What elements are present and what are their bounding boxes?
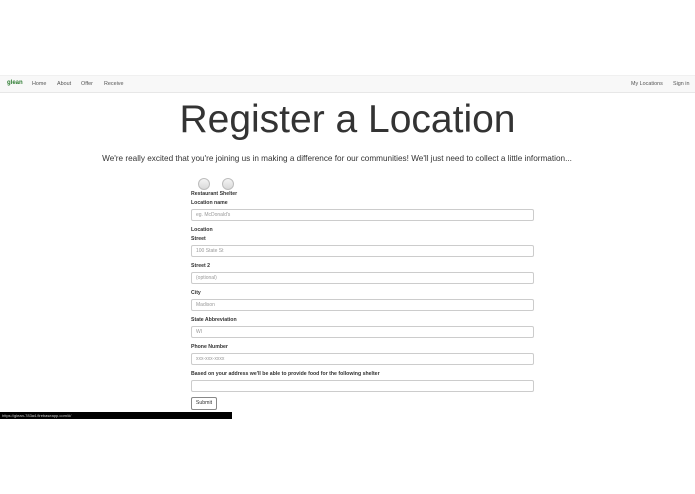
nav-link-offer[interactable]: Offer (81, 81, 93, 87)
page-title: Register a Location (179, 98, 516, 141)
phone-label: Phone Number (191, 344, 228, 350)
city-input[interactable]: Madison (191, 299, 534, 311)
brand-logo[interactable]: glean (7, 80, 23, 86)
submit-button[interactable]: Submit (191, 397, 217, 410)
nav-link-my-locations[interactable]: My Locations (631, 81, 663, 87)
location-name-input[interactable]: eg. McDonald's (191, 209, 534, 221)
restaurant-radio[interactable] (198, 178, 210, 190)
nav-link-sign-in[interactable]: Sign in (673, 81, 689, 87)
radio-labels: Restaurant Shelter (191, 191, 237, 197)
nav-link-about[interactable]: About (57, 81, 71, 87)
street2-input[interactable]: (optional) (191, 272, 534, 284)
nav-link-home[interactable]: Home (32, 81, 46, 87)
state-input[interactable]: WI (191, 326, 534, 338)
location-name-label: Location name (191, 200, 228, 206)
shelter-radio[interactable] (222, 178, 234, 190)
shelter-label: Based on your address we'll be able to p… (191, 371, 380, 377)
restaurant-radio-label: Restaurant (191, 191, 219, 197)
street-label: Street (191, 236, 206, 242)
status-bar-url: https://glean-783a4.firebaseapp.com/#/ (0, 412, 232, 419)
street2-label: Street 2 (191, 263, 211, 269)
page-subtitle: We're really excited that you're joining… (102, 154, 572, 163)
city-label: City (191, 290, 201, 296)
street-input[interactable]: 100 State St (191, 245, 534, 257)
nav-link-receive[interactable]: Receive (104, 81, 123, 87)
shelter-radio-label: Shelter (219, 191, 238, 197)
phone-input[interactable]: xxx-xxx-xxxx (191, 353, 534, 365)
shelter-select[interactable] (191, 380, 534, 392)
navbar: glean Home About Offer Receive My Locati… (0, 75, 695, 93)
state-label: State Abbreviation (191, 317, 237, 323)
location-section-label: Location (191, 227, 213, 233)
